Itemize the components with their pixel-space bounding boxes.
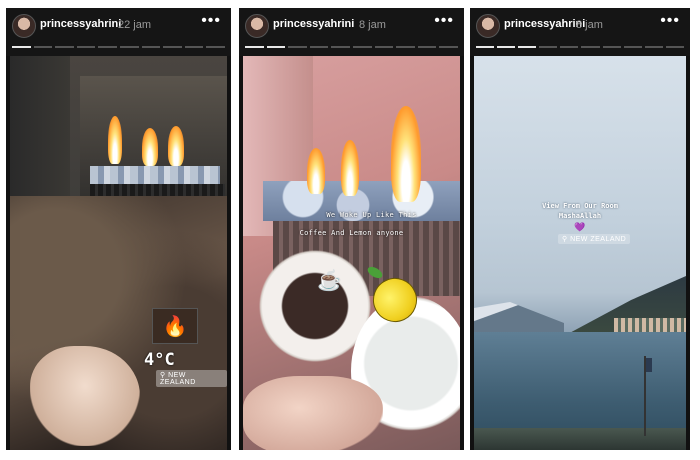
progress-segment bbox=[476, 46, 495, 48]
progress-segment bbox=[288, 46, 307, 48]
flame bbox=[307, 148, 325, 194]
progress-bar bbox=[12, 46, 225, 48]
story-caption-line1: We Woke Up Like This bbox=[326, 211, 417, 219]
progress-segment bbox=[141, 46, 161, 48]
more-options-icon[interactable]: ••• bbox=[660, 12, 680, 30]
progress-segment bbox=[331, 46, 350, 48]
progress-bar bbox=[245, 46, 458, 48]
progress-segment bbox=[539, 46, 558, 48]
story-media[interactable]: We Woke Up Like This Coffee And Lemon an… bbox=[243, 56, 460, 450]
story-header: princessyahrini 22 jam ••• bbox=[6, 8, 231, 56]
fire-rocks bbox=[90, 166, 220, 184]
progress-segment bbox=[206, 46, 225, 48]
wall bbox=[10, 56, 70, 206]
progress-segment bbox=[623, 46, 642, 48]
shore bbox=[474, 428, 686, 450]
feet bbox=[30, 346, 140, 446]
username[interactable]: princessyahrini bbox=[273, 18, 354, 30]
story-header: princessyahrini 8 jam ••• bbox=[239, 8, 464, 56]
story-card-1[interactable]: princessyahrini 22 jam ••• 🔥 4°C ⚲ NEW Z… bbox=[6, 8, 231, 450]
timestamp: 8 jam bbox=[359, 19, 386, 31]
flame bbox=[341, 140, 359, 196]
story-card-2[interactable]: princessyahrini 8 jam ••• We Woke Up Lik… bbox=[239, 8, 464, 450]
location-pin-icon: ⚲ bbox=[562, 236, 571, 243]
progress-segment bbox=[417, 46, 437, 48]
hand bbox=[243, 376, 383, 450]
progress-segment bbox=[245, 46, 264, 48]
progress-segment bbox=[163, 46, 182, 48]
story-card-3[interactable]: princessyahrini 8 jam ••• View From Our … bbox=[470, 8, 690, 450]
heart-icon: 💜 bbox=[574, 222, 586, 232]
progress-segment bbox=[396, 46, 415, 48]
progress-segment bbox=[602, 46, 621, 48]
flame bbox=[142, 128, 158, 166]
timestamp: 8 jam bbox=[576, 19, 603, 31]
avatar[interactable] bbox=[12, 14, 36, 38]
progress-segment bbox=[439, 46, 458, 48]
more-options-icon[interactable]: ••• bbox=[201, 12, 221, 30]
progress-segment bbox=[665, 46, 684, 48]
story-caption-line2: MashaAllah bbox=[558, 212, 602, 220]
town bbox=[614, 318, 686, 332]
progress-segment bbox=[119, 46, 139, 48]
avatar[interactable] bbox=[245, 14, 269, 38]
progress-segment bbox=[518, 46, 537, 48]
location-sticker[interactable]: ⚲ NEW ZEALAND bbox=[156, 370, 227, 387]
story-media[interactable]: View From Our Room MashaAllah 💜 ⚲ NEW ZE… bbox=[474, 56, 686, 450]
progress-segment bbox=[33, 46, 53, 48]
progress-bar bbox=[476, 46, 684, 48]
flame bbox=[168, 126, 184, 166]
story-header: princessyahrini 8 jam ••• bbox=[470, 8, 690, 56]
location-pin-icon: ⚲ bbox=[160, 372, 169, 379]
progress-segment bbox=[12, 46, 31, 48]
progress-segment bbox=[374, 46, 394, 48]
progress-segment bbox=[98, 46, 117, 48]
timestamp: 22 jam bbox=[118, 19, 152, 31]
progress-segment bbox=[581, 46, 600, 48]
progress-segment bbox=[560, 46, 579, 48]
progress-segment bbox=[266, 46, 286, 48]
fireplace-sticker-icon[interactable]: 🔥 bbox=[152, 308, 198, 344]
progress-segment bbox=[76, 46, 96, 48]
progress-segment bbox=[55, 46, 74, 48]
username[interactable]: princessyahrini bbox=[40, 18, 121, 30]
progress-segment bbox=[309, 46, 329, 48]
story-caption-line2: Coffee And Lemon anyone bbox=[299, 229, 404, 237]
coffee-cup-icon[interactable]: ☕ bbox=[317, 268, 342, 293]
progress-segment bbox=[497, 46, 516, 48]
username[interactable]: princessyahrini bbox=[504, 18, 585, 30]
more-options-icon[interactable]: ••• bbox=[434, 12, 454, 30]
progress-segment bbox=[352, 46, 372, 48]
location-sticker[interactable]: ⚲ NEW ZEALAND bbox=[558, 234, 631, 244]
snowy-mountain bbox=[474, 302, 564, 332]
avatar[interactable] bbox=[476, 14, 500, 38]
progress-segment bbox=[184, 46, 204, 48]
progress-segment bbox=[644, 46, 663, 48]
temperature-sticker[interactable]: 4°C bbox=[144, 350, 175, 370]
flame bbox=[391, 106, 421, 202]
story-media[interactable]: 🔥 4°C ⚲ NEW ZEALAND bbox=[10, 56, 227, 450]
flame bbox=[108, 116, 122, 164]
story-caption-line1: View From Our Room bbox=[542, 202, 618, 210]
flag bbox=[646, 358, 652, 372]
